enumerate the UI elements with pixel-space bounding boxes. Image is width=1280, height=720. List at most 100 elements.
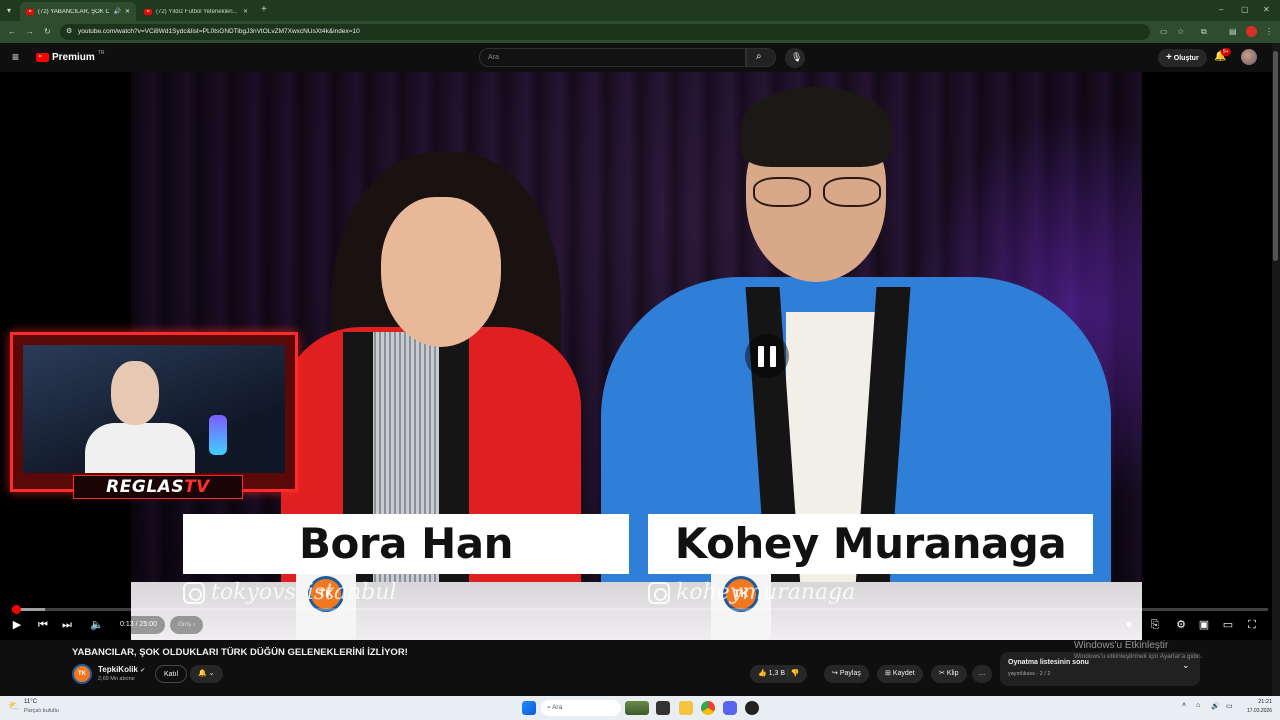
- hamburger-menu-icon[interactable]: ≡: [12, 51, 19, 63]
- subscribed-bell-button[interactable]: 🔔 ⌄: [190, 665, 223, 683]
- thumbs-down-icon[interactable]: 👎: [791, 670, 800, 677]
- chrome-icon[interactable]: [701, 701, 715, 715]
- like-button[interactable]: 👍 1,3 B | 👎: [750, 665, 808, 683]
- previous-icon[interactable]: ⏮: [36, 617, 50, 633]
- discord-icon[interactable]: [723, 701, 737, 715]
- sidebar-icon[interactable]: ▤: [1229, 27, 1237, 37]
- youtube-logo[interactable]: Premium TR: [36, 50, 104, 63]
- channel-avatar[interactable]: TK: [72, 664, 92, 684]
- obs-icon[interactable]: [745, 701, 759, 715]
- autoplay-toggle-icon[interactable]: ⏺: [1122, 617, 1136, 633]
- restore-button[interactable]: ▢: [1241, 5, 1249, 15]
- join-button[interactable]: Katıl: [155, 665, 188, 683]
- network-icon[interactable]: ⌂: [1196, 702, 1200, 709]
- clock-date[interactable]: 17.03.2026: [1240, 708, 1272, 714]
- verified-icon: ✔: [140, 668, 146, 674]
- chevron-down-icon: ⌄: [208, 670, 215, 677]
- site-info-icon[interactable]: ⚙: [66, 24, 72, 40]
- voice-search-button[interactable]: 🎙: [785, 48, 805, 68]
- pause-overlay-icon[interactable]: [745, 334, 789, 378]
- url-text: youtube.com/watch?v=VCi8Wd1Sydc&list=PL0…: [78, 28, 360, 35]
- webcam-logo: REGLASTV: [73, 475, 243, 499]
- forward-icon[interactable]: →: [26, 27, 34, 37]
- search-button[interactable]: ⌕: [746, 48, 776, 67]
- channel-name[interactable]: TepkiKolik ✔: [98, 665, 145, 674]
- progress-scrubber[interactable]: [12, 605, 21, 614]
- playlist-title: Oynatma listesinin sonu: [1008, 659, 1089, 666]
- scissors-icon: ✂: [939, 670, 945, 677]
- search-placeholder: Ara: [488, 54, 499, 61]
- cast-icon[interactable]: ▭: [1221, 617, 1235, 633]
- new-tab-icon[interactable]: +: [261, 5, 267, 15]
- miniplayer-icon[interactable]: ▣: [1197, 617, 1211, 633]
- clock-time[interactable]: 21:21: [1244, 699, 1272, 705]
- battery-icon[interactable]: ▭: [1226, 702, 1233, 710]
- person-right-hair: [741, 87, 891, 167]
- profile-icon[interactable]: [1246, 26, 1257, 37]
- microphone-icon: 🎙: [791, 52, 803, 62]
- glasses: [749, 177, 885, 207]
- bookmark-star-icon[interactable]: ☆: [1177, 27, 1184, 37]
- share-button[interactable]: ↪ Paylaş: [824, 665, 869, 683]
- rgb-lamp: [209, 415, 227, 455]
- streamer-head: [111, 361, 159, 425]
- playlist-subtitle: yayınlıksss - 2 / 2: [1008, 671, 1051, 677]
- menu-dots-icon[interactable]: ⋮: [1265, 27, 1273, 37]
- play-icon[interactable]: ▶: [10, 617, 24, 633]
- search-input[interactable]: Ara: [479, 48, 746, 67]
- file-explorer-icon[interactable]: [679, 701, 693, 715]
- next-icon[interactable]: ⏭: [60, 617, 74, 633]
- back-icon[interactable]: ←: [8, 27, 16, 37]
- save-button[interactable]: ⊞ Kaydet: [877, 665, 923, 683]
- tab-title: (72) YABANCILAR, ŞOK OL...: [38, 8, 110, 15]
- youtube-favicon-icon: [26, 8, 34, 15]
- youtube-favicon-icon: [144, 8, 152, 15]
- taskbar-search-input[interactable]: ⌕ Ara: [541, 700, 621, 716]
- subscriber-count: 2,69 Mn abone: [98, 676, 135, 682]
- clip-button[interactable]: ✂ Klip: [931, 665, 967, 683]
- youtube-header: ≡ Premium TR Ara ⌕ 🎙 + Oluştur 🔔 9+: [0, 43, 1280, 72]
- weather-icon[interactable]: ⛅: [8, 701, 20, 712]
- subtitles-icon[interactable]: ⎘: [1148, 617, 1162, 633]
- chapter-button[interactable]: Giriş ›: [170, 616, 204, 634]
- more-actions-button[interactable]: …: [972, 665, 992, 683]
- tab-active[interactable]: (72) YABANCILAR, ŞOK OL... 🔊 ✕: [20, 2, 136, 21]
- scrollbar-thumb[interactable]: [1273, 51, 1278, 261]
- minimize-button[interactable]: –: [1219, 5, 1223, 15]
- settings-gear-icon[interactable]: ⚙: [1174, 617, 1188, 633]
- create-button[interactable]: + Oluştur: [1158, 49, 1207, 67]
- streamer-body: [85, 423, 195, 473]
- volume-tray-icon[interactable]: 🔊: [1211, 702, 1220, 710]
- task-view-icon[interactable]: [656, 701, 670, 715]
- logo-text: Premium: [52, 52, 95, 63]
- progress-bar[interactable]: [12, 605, 1268, 614]
- close-window-button[interactable]: ✕: [1263, 5, 1270, 15]
- taskbar-search-placeholder: Ara: [552, 704, 563, 711]
- notifications-badge: 9+: [1221, 48, 1231, 56]
- player-controls: ▶ ⏮ ⏭ 🔈 0:13 / 25:00 Giriş › ⏺ ⎘ ⚙ ▣ ▭ ⛶: [0, 600, 1280, 640]
- url-input[interactable]: ⚙ youtube.com/watch?v=VCi8Wd1Sydc&list=P…: [60, 24, 1150, 40]
- clip-label: Klip: [946, 670, 959, 677]
- tray-overflow-icon[interactable]: ˄: [1182, 702, 1186, 709]
- fullscreen-icon[interactable]: ⛶: [1245, 617, 1259, 633]
- weather-temp: 11°C: [24, 699, 37, 705]
- tab-search-icon[interactable]: ▾: [7, 6, 11, 16]
- speaker-icon[interactable]: 🔊: [113, 8, 120, 15]
- avatar[interactable]: [1241, 49, 1257, 65]
- tab-close-icon[interactable]: ✕: [125, 8, 130, 15]
- name-plate-left: Bora Han: [183, 514, 629, 574]
- reload-icon[interactable]: ↻: [44, 27, 51, 37]
- windows-taskbar: ⛅ 11°C Parçalı bulutlu ⌕ Ara ˄ ⌂ 🔊 ▭ 21:…: [0, 696, 1280, 720]
- chevron-down-icon[interactable]: ⌄: [1182, 660, 1190, 671]
- volume-icon[interactable]: 🔈: [90, 617, 104, 633]
- cast-icon[interactable]: ▭: [1160, 27, 1168, 37]
- page-scrollbar[interactable]: [1272, 43, 1280, 696]
- widgets-icon[interactable]: [625, 701, 649, 715]
- tab-inactive[interactable]: (72) Yıldız Futbol Yetenekleri... ✕: [138, 2, 254, 21]
- windows-start-icon[interactable]: [522, 701, 536, 715]
- tab-close-icon[interactable]: ✕: [243, 8, 248, 15]
- extensions-icon[interactable]: ⧉: [1201, 27, 1207, 37]
- video-player[interactable]: TK TK Bora Han Kohey Muranaga tokyovs_is…: [0, 72, 1280, 640]
- browser-tab-bar: ▾ (72) YABANCILAR, ŞOK OL... 🔊 ✕ (72) Yı…: [0, 0, 1280, 21]
- name-plate-right: Kohey Muranaga: [648, 514, 1093, 574]
